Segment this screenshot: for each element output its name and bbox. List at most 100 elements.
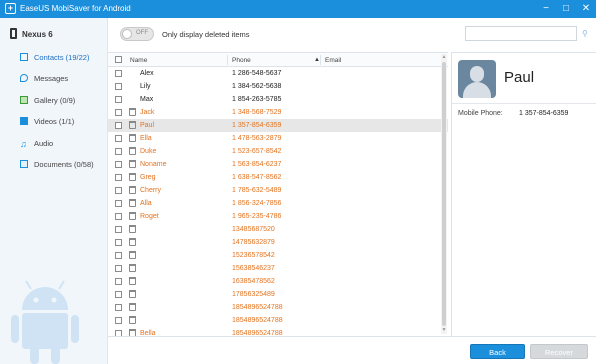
trash-icon xyxy=(129,121,136,129)
table-row[interactable]: 17856325489 xyxy=(108,288,448,301)
toggle-knob xyxy=(122,29,132,39)
column-divider xyxy=(227,55,228,65)
contact-phone-cell: 1 478-563-2879 xyxy=(232,135,282,142)
select-all-checkbox[interactable] xyxy=(115,56,122,63)
back-button[interactable]: Back xyxy=(470,344,525,359)
contacts-icon xyxy=(20,53,28,61)
table-row[interactable]: Ella 1 478-563-2879 xyxy=(108,132,448,145)
contact-phone-cell: 14785632879 xyxy=(232,239,275,246)
table-row[interactable]: 15236578542 xyxy=(108,249,448,262)
column-header-phone[interactable]: Phone xyxy=(232,57,251,64)
table-row[interactable]: 13485687520 xyxy=(108,223,448,236)
column-header-name[interactable]: Name xyxy=(130,57,147,64)
row-checkbox[interactable] xyxy=(115,122,122,129)
row-checkbox[interactable] xyxy=(115,213,122,220)
table-row[interactable]: Max 1 854-263-5785 xyxy=(108,93,448,106)
sidebar-item-gallery[interactable]: Gallery (0/9) xyxy=(20,95,75,107)
device-name: Nexus 6 xyxy=(22,30,53,39)
sidebar-item-label: Messages xyxy=(34,74,69,83)
table-row[interactable]: Noname 1 563-854-6237 xyxy=(108,158,448,171)
contact-phone-cell: 1 638-547-8562 xyxy=(232,174,282,181)
sidebar-item-contacts[interactable]: Contacts (19/22) xyxy=(20,52,89,64)
trash-icon xyxy=(129,303,136,311)
column-divider xyxy=(320,55,321,65)
table-row[interactable]: Duke 1 523-657-8542 xyxy=(108,145,448,158)
search-input[interactable] xyxy=(465,26,577,41)
table-row[interactable]: Bella 1854896524788 xyxy=(108,327,448,336)
row-checkbox[interactable] xyxy=(115,109,122,116)
app-logo-icon: + xyxy=(5,3,16,14)
toggle-label: Only display deleted items xyxy=(162,30,250,39)
table-row[interactable]: 15638546237 xyxy=(108,262,448,275)
sidebar-item-videos[interactable]: Videos (1/1) xyxy=(20,116,74,128)
device-header: Nexus 6 xyxy=(10,28,53,39)
sidebar-item-label: Videos (1/1) xyxy=(34,117,75,126)
column-header-email[interactable]: Email xyxy=(325,57,341,64)
table-row[interactable]: Jack 1 348-568-7529 xyxy=(108,106,448,119)
row-checkbox[interactable] xyxy=(115,200,122,207)
row-checkbox[interactable] xyxy=(115,70,122,77)
divider xyxy=(452,103,596,104)
row-checkbox[interactable] xyxy=(115,83,122,90)
sidebar-item-messages[interactable]: Messages xyxy=(20,73,68,85)
row-checkbox[interactable] xyxy=(115,278,122,285)
table-row[interactable]: 16385478562 xyxy=(108,275,448,288)
contact-phone-cell: 1 357-854-6359 xyxy=(232,122,282,129)
row-checkbox[interactable] xyxy=(115,239,122,246)
table-row[interactable]: 1854896524788 xyxy=(108,314,448,327)
row-checkbox[interactable] xyxy=(115,291,122,298)
contact-detail-panel: Paul Mobile Phone: 1 357-854-6359 xyxy=(451,52,596,336)
sidebar-item-label: Gallery (0/9) xyxy=(34,96,76,105)
trash-icon xyxy=(129,199,136,207)
close-button[interactable]: ✕ xyxy=(576,0,596,18)
contact-name-cell: Noname xyxy=(140,161,167,168)
trash-icon xyxy=(129,238,136,246)
contact-phone-cell: 1 785-632-5489 xyxy=(232,187,282,194)
mobile-phone-value: 1 357-854-6359 xyxy=(519,110,569,117)
table-row[interactable]: 14785632879 xyxy=(108,236,448,249)
trash-icon xyxy=(129,225,136,233)
title-bar: + EaseUS MobiSaver for Android − □ ✕ xyxy=(0,0,596,18)
table-row[interactable]: Alex 1 286-548-5637 xyxy=(108,67,448,80)
trash-icon xyxy=(129,329,136,336)
contact-phone-cell: 13485687520 xyxy=(232,226,275,233)
trash-icon xyxy=(129,277,136,285)
table-row[interactable]: Paul 1 357-854-6359 xyxy=(108,119,448,132)
contact-name-cell: Greg xyxy=(140,174,156,181)
contact-name-cell: Lily xyxy=(140,83,151,90)
table-row[interactable]: Lily 1 384-562-5638 xyxy=(108,80,448,93)
scroll-down-icon[interactable]: ▼ xyxy=(441,327,447,333)
minimize-button[interactable]: − xyxy=(536,0,556,18)
sidebar-item-documents[interactable]: Documents (0/58) xyxy=(20,159,94,171)
contact-name-cell: Paul xyxy=(140,122,155,129)
maximize-button[interactable]: □ xyxy=(556,0,576,18)
contact-phone-cell: 1 965-235-4786 xyxy=(232,213,282,220)
search-icon[interactable]: ⚲ xyxy=(582,29,588,38)
table-row[interactable]: Roget 1 965-235-4786 xyxy=(108,210,448,223)
row-checkbox[interactable] xyxy=(115,161,122,168)
list-scrollbar[interactable]: ▲ ▼ xyxy=(441,54,447,334)
table-row[interactable]: Alla 1 856-324-7856 xyxy=(108,197,448,210)
scrollbar-thumb[interactable] xyxy=(442,62,446,326)
contact-name-cell: Cherry xyxy=(140,187,162,194)
row-checkbox[interactable] xyxy=(115,96,122,103)
row-checkbox[interactable] xyxy=(115,135,122,142)
recover-button[interactable]: Recover xyxy=(530,344,588,359)
table-row[interactable]: Greg 1 638-547-8562 xyxy=(108,171,448,184)
row-checkbox[interactable] xyxy=(115,304,122,311)
row-checkbox[interactable] xyxy=(115,148,122,155)
scroll-up-icon[interactable]: ▲ xyxy=(441,54,447,60)
row-checkbox[interactable] xyxy=(115,252,122,259)
toolbar: OFF Only display deleted items ⚲ xyxy=(108,18,596,52)
row-checkbox[interactable] xyxy=(115,226,122,233)
row-checkbox[interactable] xyxy=(115,265,122,272)
row-checkbox[interactable] xyxy=(115,187,122,194)
trash-icon xyxy=(129,186,136,194)
sidebar-item-audio[interactable]: ♫ Audio xyxy=(20,138,53,150)
table-row[interactable]: 1854896524788 xyxy=(108,301,448,314)
row-checkbox[interactable] xyxy=(115,317,122,324)
table-row[interactable]: Cherry 1 785-632-5489 xyxy=(108,184,448,197)
phone-icon xyxy=(10,28,17,39)
row-checkbox[interactable] xyxy=(115,174,122,181)
deleted-only-toggle[interactable]: OFF xyxy=(120,27,154,41)
